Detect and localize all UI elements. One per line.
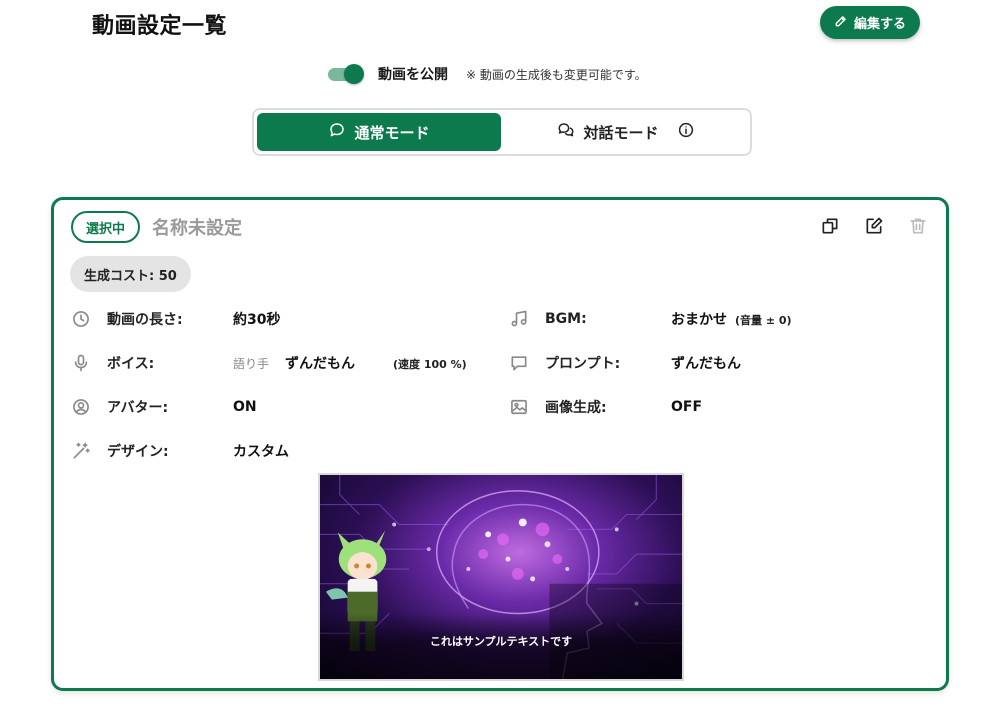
voice-prefix: 語り手 [233,357,270,371]
tab-normal-mode-label: 通常モード [354,123,430,142]
publish-label: 動画を公開 [378,67,448,83]
edit-button-label: 編集する [853,17,906,32]
design-label: デザイン: [107,444,169,460]
mode-switch: 通常モード 対話モード [252,108,752,156]
video-preview: これはサンプルテキストです [318,473,684,681]
row-voice: ボイス: 語り手 ずんだもん (速度 100 %) [71,351,467,375]
length-label: 動画の長さ: [107,312,183,328]
row-prompt: プロンプト: ずんだもん [509,351,741,375]
copy-icon[interactable] [820,216,840,236]
edit-button[interactable]: 編集する [820,6,920,39]
tab-normal-mode[interactable]: 通常モード [257,113,501,151]
info-icon[interactable] [677,121,695,143]
row-image-gen: 画像生成: OFF [509,395,702,419]
publish-toggle[interactable] [326,63,364,85]
video-setting-card[interactable]: 選択中 名称未設定 生成コスト: 50 動画の長さ: 約30秒 ボイス: 語り手… [51,197,949,691]
row-design: デザイン: カスタム [71,439,289,463]
image-icon [509,397,529,417]
bgm-label: BGM: [545,311,587,327]
bgm-volume: (音量 ± 0) [735,314,792,327]
speech-bubble-icon [509,353,529,373]
row-length: 動画の長さ: 約30秒 [71,307,280,331]
card-actions [820,216,928,236]
design-value: カスタム [233,444,289,460]
prompt-label: プロンプト: [545,356,621,372]
pencil-icon [834,14,848,32]
tab-dialogue-mode-label: 対話モード [583,123,659,142]
row-bgm: BGM: おまかせ (音量 ± 0) [509,307,792,331]
preview-caption: これはサンプルテキストです [429,635,573,648]
chat-bubble-icon [328,121,346,143]
trash-icon[interactable] [908,216,928,236]
user-circle-icon [71,397,91,417]
voice-value: ずんだもん [285,356,356,372]
card-name: 名称未設定 [152,218,242,239]
length-value: 約30秒 [233,312,281,328]
magic-wand-icon [71,441,91,461]
microphone-icon [71,353,91,373]
image-gen-value: OFF [671,399,703,415]
voice-label: ボイス: [107,356,155,372]
image-gen-label: 画像生成: [545,400,607,416]
prompt-value: ずんだもん [671,356,741,372]
tab-dialogue-mode[interactable]: 対話モード [504,113,748,151]
music-note-icon [509,309,529,329]
publish-note: ※ 動画の生成後も変更可能です。 [466,67,647,82]
chat-bubbles-icon [557,121,575,143]
page-title: 動画設定一覧 [92,14,228,39]
voice-speed: (速度 100 %) [393,358,467,371]
selected-badge: 選択中 [71,211,140,243]
row-avatar: アバター: ON [71,395,257,419]
clock-icon [71,309,91,329]
avatar-label: アバター: [107,400,169,416]
publish-row: 動画を公開 ※ 動画の生成後も変更可能です。 [326,62,647,86]
cost-chip: 生成コスト: 50 [70,256,191,292]
edit-icon[interactable] [864,216,884,236]
bgm-value: おまかせ [671,312,727,328]
avatar-value: ON [233,399,257,415]
